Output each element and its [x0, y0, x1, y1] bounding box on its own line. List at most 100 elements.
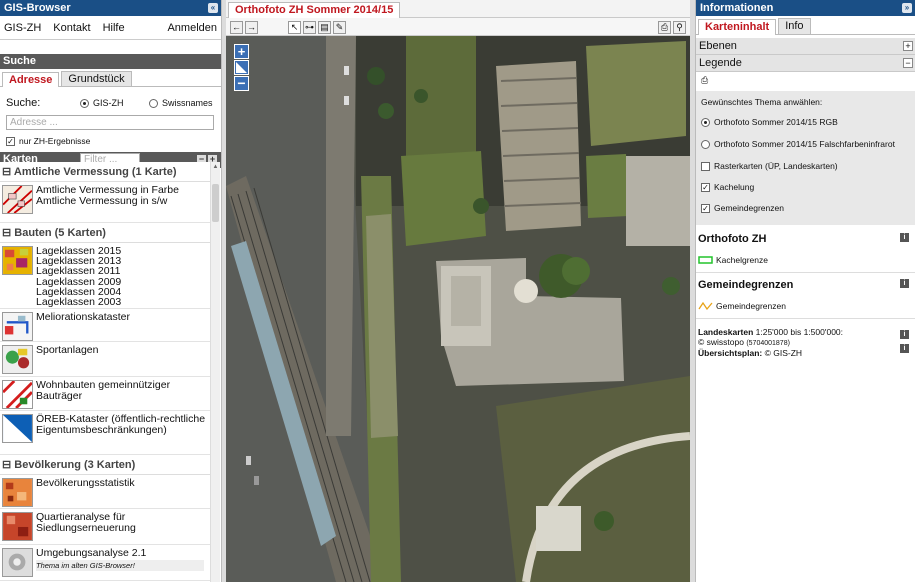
map-thumbnail-icon — [2, 512, 33, 541]
map-tab-orthofoto[interactable]: Orthofoto ZH Sommer 2014/15 — [228, 2, 401, 18]
radio-swissnames-label: Swissnames — [162, 98, 213, 108]
maps-scrollbar[interactable]: ▲ — [210, 162, 220, 582]
section-title-text: Amtliche Vermessung (1 Karte) — [13, 166, 177, 178]
tab-karteninhalt[interactable]: Karteninhalt — [698, 19, 777, 35]
search-header-label: Suche — [3, 55, 37, 67]
address-search-input[interactable]: Adresse ... — [6, 115, 214, 130]
expand-icon[interactable]: + — [903, 41, 913, 51]
map-item-wohnbauten[interactable]: Wohnbauten gemeinnütziger Bauträger — [0, 377, 210, 411]
map-thumbnail-icon — [2, 380, 33, 409]
landeskarten-scale: 1:25'000 bis 1:500'000: — [753, 327, 844, 337]
legend-print-icon[interactable]: ⎙ — [696, 72, 915, 89]
theme-option-label: Orthofoto Sommer 2014/15 Falschfarbeninf… — [714, 139, 895, 149]
scroll-up-icon[interactable]: ▲ — [212, 164, 219, 170]
map-thumbnail-icon — [2, 345, 33, 374]
map-tab-bar: Orthofoto ZH Sommer 2014/15 — [226, 0, 690, 18]
zoom-extent-icon[interactable] — [234, 60, 249, 75]
scrollbar-thumb[interactable] — [212, 184, 219, 222]
zoom-in-button[interactable]: + — [234, 44, 249, 59]
app-title: GIS-Browser — [4, 2, 71, 14]
gemeindegrenze-symbol-icon — [698, 302, 713, 310]
maps-list: ⊟ Amtliche Vermessung (1 Karte) Amtliche… — [0, 162, 210, 582]
legend-gemeinde-label: Gemeindegrenzen — [716, 301, 786, 311]
radio-swissnames[interactable] — [149, 98, 158, 108]
tab-grundstueck[interactable]: Grundstück — [61, 71, 132, 86]
zh-results-checkbox[interactable]: ✓ — [6, 136, 15, 146]
back-arrow-icon[interactable]: ← — [230, 21, 243, 34]
map-thumbnail-icon — [2, 185, 33, 214]
measure-icon[interactable]: ⊶ — [303, 21, 316, 34]
section-amtliche-vermessung[interactable]: ⊟ Amtliche Vermessung (1 Karte) — [0, 162, 210, 182]
legend-orthofoto: Orthofoto ZH i Kachelgrenze — [696, 233, 915, 273]
map-item-umgebungsanalyse[interactable]: Umgebungsanalyse 2.1 Thema im alten GIS-… — [0, 545, 210, 581]
top-menu: GIS-ZH Kontakt Hilfe Anmelden — [0, 16, 221, 40]
search-tabs: Adresse Grundstück — [0, 71, 221, 87]
uebersicht-label: Übersichtsplan: — [698, 348, 763, 358]
radio-gis-zh-label: GIS-ZH — [93, 98, 124, 108]
aerial-image — [226, 36, 690, 582]
theme-option-label: Gemeindegrenzen — [714, 203, 784, 213]
theme-option-label: Rasterkarten (ÜP, Landeskarten) — [714, 161, 838, 171]
print-icon[interactable]: ⎙ — [658, 21, 671, 34]
zh-results-label: nur ZH-Ergebnisse — [19, 136, 91, 146]
map-item-quartieranalyse[interactable]: Quartieranalyse für Siedlungserneuerung — [0, 509, 210, 545]
legend-kachelgrenze-label: Kachelgrenze — [716, 255, 768, 265]
section-bevoelkerung[interactable]: ⊟ Bevölkerung (3 Karten) — [0, 455, 210, 475]
search-label: Suche: — [6, 97, 41, 109]
copyright-info: Landeskarten 1:25'000 bis 1:500'000: © s… — [696, 319, 915, 358]
map-item-lageklassen[interactable]: Lageklassen 2015 Lageklassen 2013 Lagekl… — [0, 243, 210, 309]
map-item-sportanlagen[interactable]: Sportanlagen — [0, 342, 210, 377]
map-item-meliorationskataster[interactable]: Meliorationskataster — [0, 309, 210, 342]
theme-radio-rgb[interactable] — [701, 117, 710, 127]
landeskarten-label: Landeskarten — [698, 327, 754, 337]
ebenen-accordion[interactable]: Ebenen + — [696, 38, 915, 55]
theme-label: Gewünschtes Thema anwählen: — [701, 97, 823, 107]
collapse-left-icon[interactable]: « — [208, 3, 218, 13]
radio-gis-zh[interactable] — [80, 98, 89, 108]
menu-gis-zh[interactable]: GIS-ZH — [4, 16, 41, 39]
theme-check-rasterkarten[interactable] — [701, 161, 710, 171]
legende-accordion[interactable]: Legende − — [696, 55, 915, 72]
map-item-oereb-kataster[interactable]: ÖREB-Kataster (öffentlich-rechtliche Eig… — [0, 411, 210, 455]
uebersicht-copyright: © GIS-ZH — [762, 348, 803, 358]
login-link[interactable]: Anmelden — [167, 16, 217, 39]
zurich-coat-of-arms-icon — [2, 414, 33, 443]
theme-check-kachelung[interactable]: ✓ — [701, 182, 710, 192]
section-title-text: Bevölkerung (3 Karten) — [14, 459, 136, 471]
theme-radio-infrarot[interactable] — [701, 139, 710, 149]
collapse-icon[interactable]: − — [903, 58, 913, 68]
info-icon[interactable]: i — [900, 279, 909, 288]
tab-adresse[interactable]: Adresse — [2, 72, 60, 87]
info-query-icon[interactable]: ▤ — [318, 21, 331, 34]
tab-info[interactable]: Info — [778, 18, 811, 34]
theme-option-label: Kachelung — [714, 182, 755, 192]
theme-check-gemeindegrenzen[interactable]: ✓ — [701, 203, 710, 213]
map-item-bevoelkerungsstatistik[interactable]: Bevölkerungsstatistik — [0, 475, 210, 509]
forward-arrow-icon[interactable]: → — [245, 21, 258, 34]
swisstopo-code: (5704001878) — [746, 340, 790, 347]
section-bauten[interactable]: ⊟ Bauten (5 Karten) — [0, 223, 210, 243]
select-pointer-icon[interactable]: ↖ — [288, 21, 301, 34]
info-icon[interactable]: i — [900, 330, 909, 339]
info-icon[interactable]: i — [900, 344, 909, 353]
orthophoto-map[interactable]: + − — [226, 36, 690, 582]
legende-label: Legende — [699, 57, 742, 69]
legend-gemeindegrenzen: Gemeindegrenzen i Gemeindegrenzen — [696, 279, 915, 319]
ebenen-label: Ebenen — [699, 40, 737, 52]
informationen-title: Informationen — [700, 2, 774, 14]
collapse-right-icon[interactable]: » — [902, 3, 912, 13]
map-item-line: Quartieranalyse für Siedlungserneuerung — [36, 511, 136, 534]
map-item-line: Sportanlagen — [36, 344, 99, 356]
theme-option-label: Orthofoto Sommer 2014/15 RGB — [714, 117, 838, 127]
search-form: Suche: GIS-ZH Swissnames Adresse ... ✓ n… — [0, 87, 221, 146]
info-icon[interactable]: i — [900, 233, 909, 242]
link-icon[interactable]: ⚲ — [673, 21, 686, 34]
map-item-amtliche-vermessung[interactable]: Amtliche Vermessung in Farbe Amtliche Ve… — [0, 182, 210, 223]
menu-hilfe[interactable]: Hilfe — [103, 16, 125, 39]
map-thumbnail-icon — [2, 478, 33, 507]
map-thumbnail-icon — [2, 548, 33, 577]
informationen-header: Informationen » — [696, 0, 915, 16]
draw-pencil-icon[interactable]: ✎ — [333, 21, 346, 34]
menu-kontakt[interactable]: Kontakt — [53, 16, 90, 39]
zoom-out-button[interactable]: − — [234, 76, 249, 91]
